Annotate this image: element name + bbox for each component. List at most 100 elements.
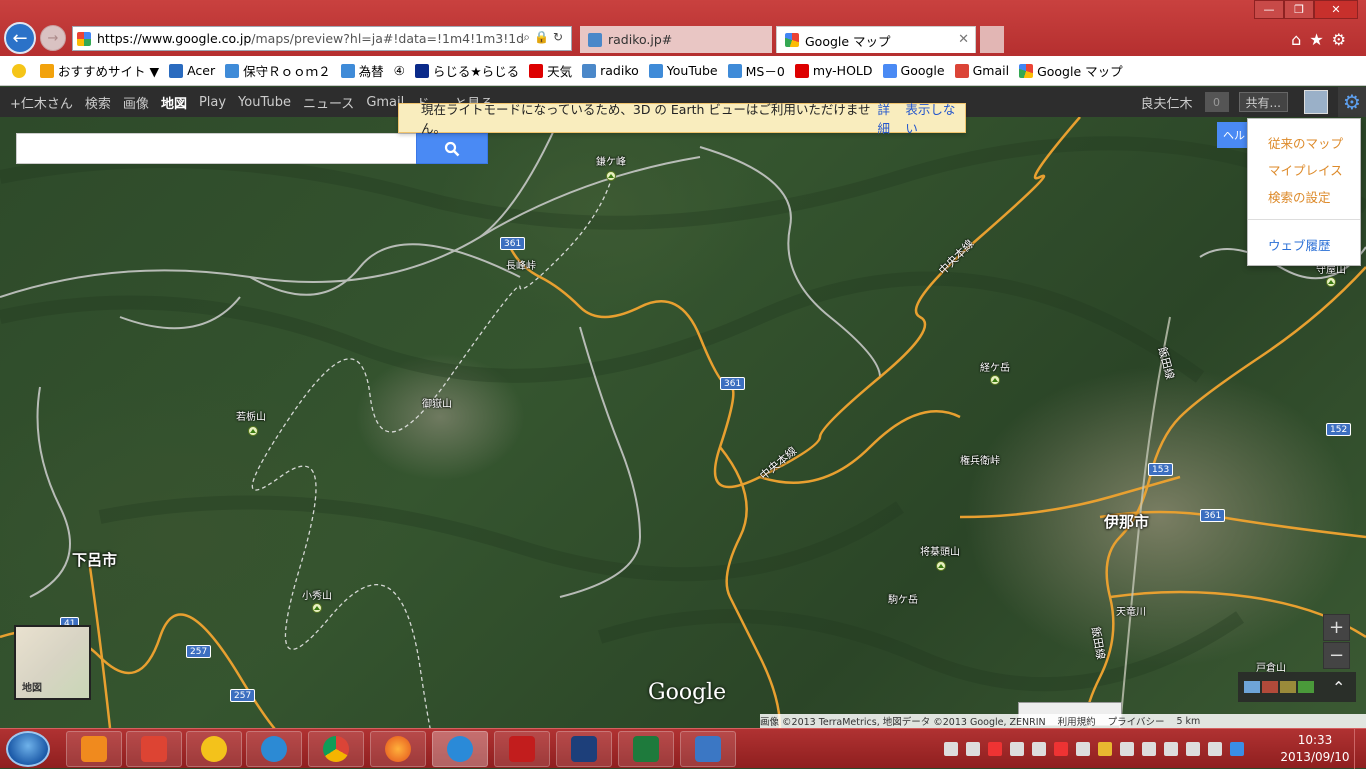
peak-label[interactable]: 鎌ケ峰 <box>596 153 626 168</box>
pass-label[interactable]: 長峰峠 <box>506 257 536 272</box>
favorite-link[interactable]: ④ <box>394 63 405 78</box>
satellite-map[interactable]: 下呂市 伊那市 鎌ケ峰 御嶽山 若栃山 経ケ岳 将棊頭山 駒ケ岳 小秀山 戸倉山… <box>0 117 1366 728</box>
layer-thumbnail-icon[interactable] <box>1244 681 1260 693</box>
gbar-search-link[interactable]: 検索 <box>85 93 111 112</box>
search-input[interactable] <box>16 133 416 164</box>
taskbar-chrome[interactable] <box>308 731 364 767</box>
route-shield[interactable]: 152 <box>1326 423 1352 436</box>
taskbar-n-app[interactable] <box>556 731 612 767</box>
action-center-flag-icon[interactable] <box>1054 742 1068 756</box>
usb-icon[interactable] <box>1142 742 1156 756</box>
layer-thumbnail-icon[interactable] <box>1262 681 1278 693</box>
city-label-ina[interactable]: 伊那市 <box>1104 511 1149 532</box>
taskbar-ftp-app[interactable] <box>126 731 182 767</box>
layer-thumbnail-icon[interactable] <box>1298 681 1314 693</box>
settings-gear-icon[interactable]: ⚙ <box>1338 87 1366 117</box>
peak-label[interactable]: 将棊頭山 <box>920 543 960 558</box>
taskbar-media-player[interactable] <box>66 731 122 767</box>
taskbar-chart-app[interactable] <box>494 731 550 767</box>
dropbox-icon[interactable] <box>1230 742 1244 756</box>
tray-app-icon[interactable] <box>1076 742 1090 756</box>
share-button[interactable]: 共有... <box>1238 92 1288 112</box>
gbar-play-link[interactable]: Play <box>199 95 226 110</box>
taskbar-firefox[interactable] <box>370 731 426 767</box>
menu-item-search-settings[interactable]: 検索の設定 <box>1268 187 1331 206</box>
menu-item-web-history[interactable]: ウェブ履歴 <box>1268 235 1331 254</box>
gear-icon[interactable]: ⚙ <box>1332 30 1354 49</box>
banner-details-link[interactable]: 詳細 <box>878 99 902 137</box>
mountain-icon[interactable] <box>936 561 946 571</box>
close-window-button[interactable]: ✕ <box>1314 0 1358 19</box>
ime-icon[interactable] <box>944 742 958 756</box>
gbar-news-link[interactable]: ニュース <box>303 93 354 112</box>
favorite-link[interactable]: radiko <box>582 63 639 78</box>
minimize-button[interactable]: — <box>1254 0 1284 19</box>
expand-chevron-icon[interactable]: ⌃ <box>1332 678 1345 697</box>
new-tab-button[interactable] <box>980 26 1004 53</box>
forward-button[interactable]: → <box>40 25 66 51</box>
peak-label[interactable]: 若栃山 <box>236 408 266 423</box>
system-clock[interactable]: 10:33 2013/09/10 <box>1280 732 1350 766</box>
volume-icon[interactable] <box>1186 742 1200 756</box>
back-button[interactable]: ← <box>4 22 36 54</box>
tab-google-maps[interactable]: Google マップ ✕ <box>776 26 976 53</box>
notification-count[interactable]: 0 <box>1204 92 1229 112</box>
peak-label[interactable]: 小秀山 <box>302 587 332 602</box>
favorite-link[interactable]: YouTube <box>648 63 718 78</box>
user-name[interactable]: 良夫仁木 <box>1141 93 1193 112</box>
gbar-maps-link[interactable]: 地図 <box>161 93 187 112</box>
home-icon[interactable]: ⌂ <box>1291 30 1309 49</box>
peak-label[interactable]: 経ケ岳 <box>980 359 1010 374</box>
favorite-link[interactable]: MS－0 <box>727 61 785 80</box>
route-shield[interactable]: 257 <box>186 645 212 658</box>
close-tab-icon[interactable]: ✕ <box>958 32 969 47</box>
favorites-star[interactable] <box>12 63 30 78</box>
favorites-star-icon[interactable]: ★ <box>1309 30 1331 49</box>
favorite-link[interactable]: 保守Ｒｏｏｍ２ <box>225 61 331 80</box>
favorite-link[interactable]: らじる★らじる <box>414 61 519 80</box>
help-tab[interactable]: ヘル <box>1217 122 1249 148</box>
maximize-button[interactable]: ❐ <box>1284 0 1314 19</box>
minimap-toggle[interactable]: 地図 <box>14 625 91 700</box>
route-shield[interactable]: 361 <box>500 237 526 250</box>
peak-label[interactable]: 駒ケ岳 <box>888 591 918 606</box>
route-shield[interactable]: 361 <box>1200 509 1226 522</box>
mountain-icon[interactable] <box>312 603 322 613</box>
favorite-link[interactable]: Google <box>882 63 945 78</box>
mountain-icon[interactable] <box>606 171 616 181</box>
favorite-link[interactable]: Gmail <box>954 63 1009 78</box>
taskbar-sunflower-app[interactable] <box>186 731 242 767</box>
security-icon[interactable] <box>988 742 1002 756</box>
route-shield[interactable]: 153 <box>1148 463 1174 476</box>
mountain-icon[interactable] <box>990 375 1000 385</box>
mountain-icon[interactable] <box>1326 277 1336 287</box>
route-shield[interactable]: 257 <box>230 689 256 702</box>
gbar-images-link[interactable]: 画像 <box>123 93 149 112</box>
route-shield[interactable]: 361 <box>720 377 746 390</box>
address-bar[interactable]: https://www.google.co.jp/maps/preview?hl… <box>72 26 572 51</box>
address-bar-icons[interactable]: ⌕🔒↻ <box>523 30 567 45</box>
taskbar-globe-app[interactable] <box>246 731 302 767</box>
favorite-link[interactable]: おすすめサイト ▼ <box>40 61 159 80</box>
favorite-link[interactable]: 天気 <box>529 61 572 80</box>
tray-app-icon[interactable] <box>1098 742 1112 756</box>
start-button[interactable] <box>6 731 50 767</box>
favorite-link[interactable]: 為替 <box>340 61 384 80</box>
gbar-youtube-link[interactable]: YouTube <box>238 95 291 110</box>
privacy-link[interactable]: プライバシー <box>1108 714 1165 728</box>
tray-app-icon[interactable] <box>1010 742 1024 756</box>
tray-app-icon[interactable] <box>1032 742 1046 756</box>
tray-app-icon[interactable] <box>966 742 980 756</box>
pass-label[interactable]: 権兵衛峠 <box>960 452 1000 467</box>
favorite-link[interactable]: Google マップ <box>1019 61 1123 80</box>
taskbar-network-app[interactable] <box>680 731 736 767</box>
imagery-layers-panel[interactable]: ⌃ <box>1238 672 1356 702</box>
favorite-link[interactable]: my-HOLD <box>794 63 873 78</box>
city-label-gero[interactable]: 下呂市 <box>72 549 117 570</box>
gbar-profile-link[interactable]: +仁木さん <box>10 93 73 112</box>
layer-thumbnail-icon[interactable] <box>1280 681 1296 693</box>
search-button[interactable] <box>416 133 488 164</box>
power-icon[interactable] <box>1164 742 1178 756</box>
show-desktop-button[interactable] <box>1354 729 1366 769</box>
menu-item-classic-maps[interactable]: 従来のマップ <box>1268 133 1343 152</box>
